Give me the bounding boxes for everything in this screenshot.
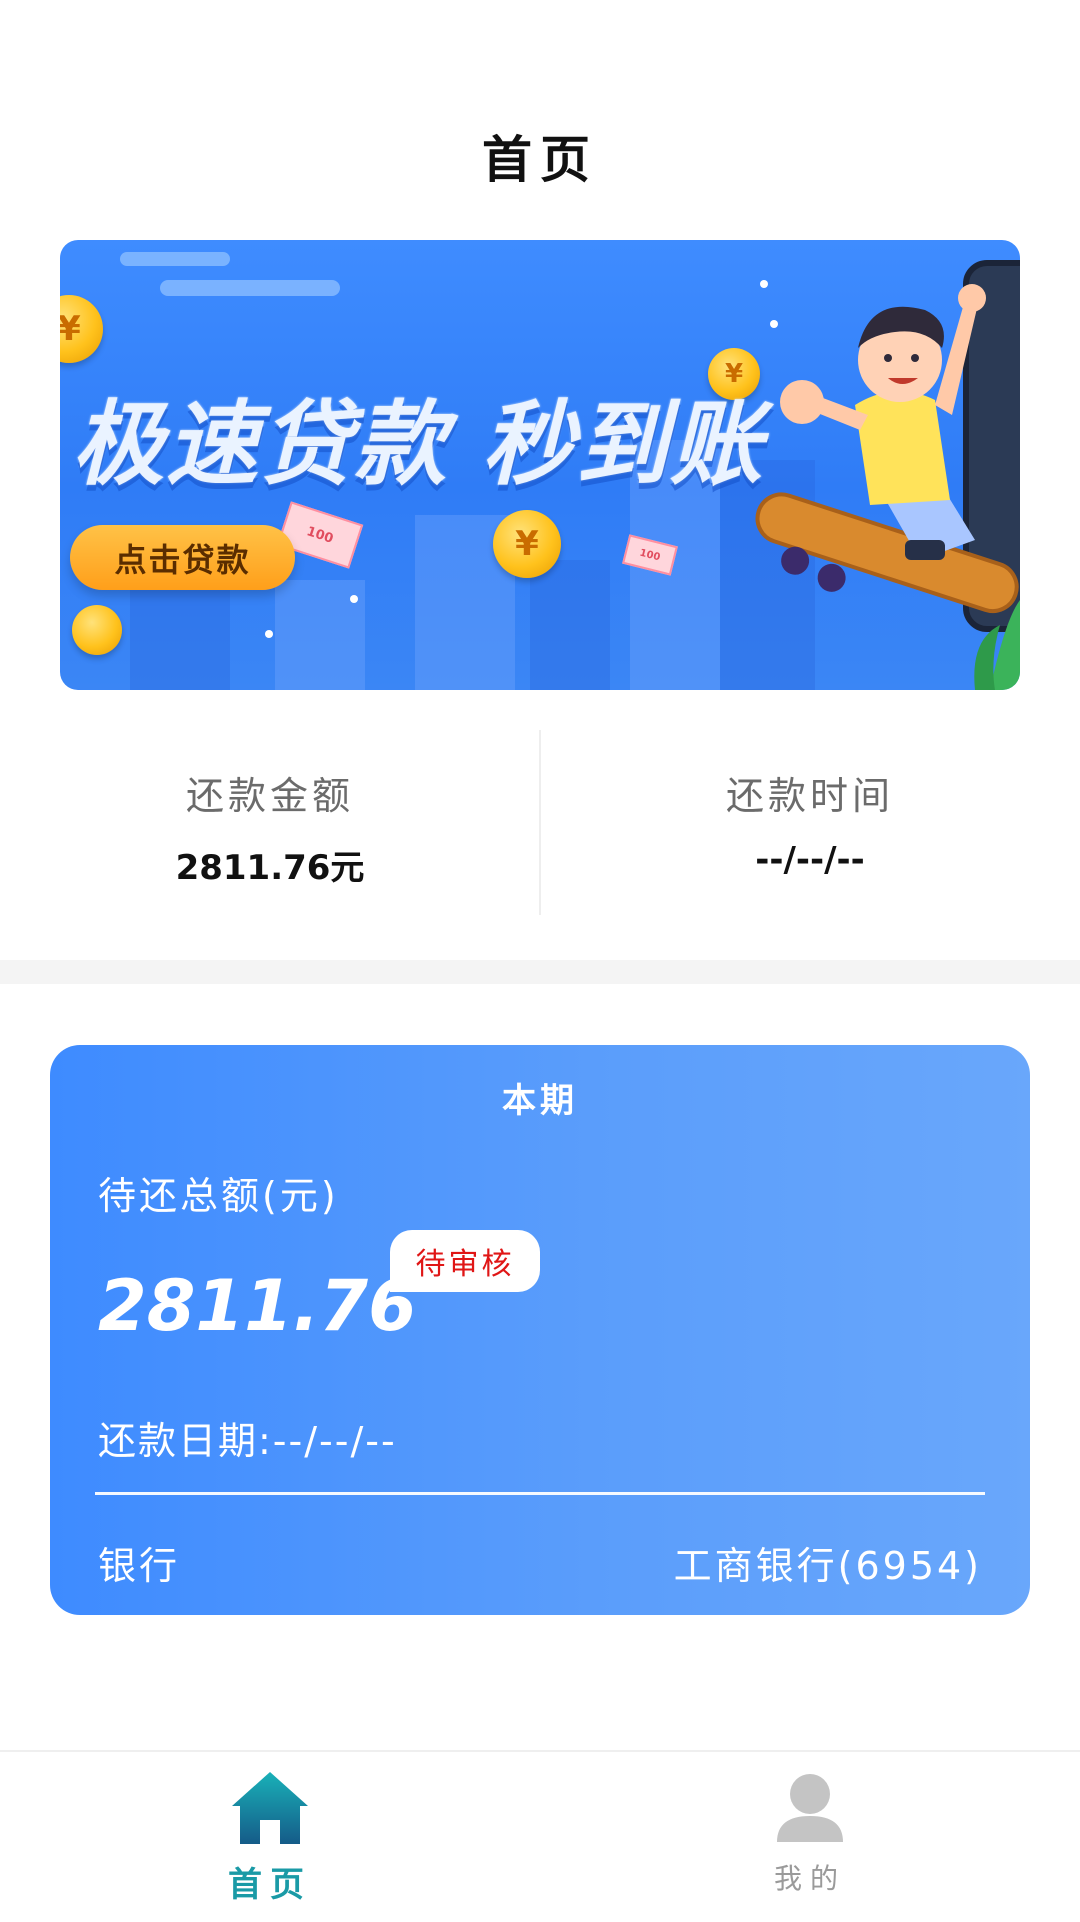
bank-value: 工商银行(6954) xyxy=(673,1544,982,1588)
card-divider xyxy=(95,1492,985,1495)
section-divider xyxy=(0,960,1080,984)
skateboarder-illustration xyxy=(755,284,1020,690)
coin-icon xyxy=(72,605,122,655)
sparkle-decoration xyxy=(350,595,358,603)
cloud-decoration xyxy=(120,252,230,266)
coin-icon: ¥ xyxy=(493,510,561,578)
home-icon xyxy=(232,1772,308,1844)
coin-icon: ¥ xyxy=(60,295,103,363)
repay-time-block: 还款时间 --/--/-- xyxy=(540,730,1080,920)
page-title: 首页 xyxy=(482,131,598,189)
repay-time-value: --/--/-- xyxy=(755,840,865,880)
pending-total-amount: 2811.76 xyxy=(98,1265,417,1347)
repay-time-label: 还款时间 xyxy=(725,774,894,818)
repay-amount-block: 还款金额 2811.76元 xyxy=(0,730,540,920)
nav-label-home: 首页 xyxy=(228,1865,312,1905)
apply-loan-button[interactable]: 点击贷款 xyxy=(70,525,295,590)
repay-amount-label: 还款金额 xyxy=(185,774,354,818)
cloud-decoration xyxy=(160,280,340,296)
bottom-nav: 首页 我的 xyxy=(0,1750,1080,1922)
repay-amount-value: 2811.76元 xyxy=(175,848,365,888)
repayment-summary: 还款金额 2811.76元 还款时间 --/--/-- xyxy=(0,730,1080,920)
building-decoration xyxy=(530,560,610,690)
header: 首页 xyxy=(0,0,1080,230)
promo-banner[interactable]: ¥ ¥ ¥ 100 100 极速贷款 秒到账 点击贷款 xyxy=(60,240,1020,690)
banner-slogan: 极速贷款 秒到账 xyxy=(72,391,765,498)
user-icon xyxy=(777,1774,843,1842)
current-period-card[interactable]: 本期 待还总额(元) 待审核 2811.76 还款日期:--/--/-- 银行 … xyxy=(50,1045,1030,1615)
bank-label: 银行 xyxy=(98,1544,181,1588)
nav-item-home[interactable]: 首页 xyxy=(0,1752,540,1922)
card-title: 本期 xyxy=(502,1081,578,1121)
repay-date: 还款日期:--/--/-- xyxy=(98,1419,397,1463)
sparkle-decoration xyxy=(265,630,273,638)
nav-label-mine: 我的 xyxy=(773,1862,846,1895)
nav-item-mine[interactable]: 我的 xyxy=(540,1752,1080,1922)
pending-total-label: 待还总额(元) xyxy=(98,1174,339,1218)
